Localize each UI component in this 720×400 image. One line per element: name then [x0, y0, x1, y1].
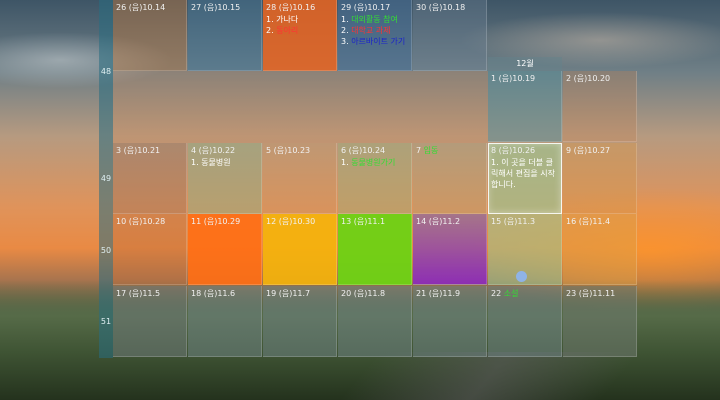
day-cell[interactable]: 22 소설	[488, 286, 562, 357]
event-item[interactable]: 2. 대학교 과제	[341, 25, 408, 36]
event-list: 1. 동물병원	[191, 157, 258, 168]
day-date-label: 17 (음)11.5	[116, 289, 161, 298]
day-date-label: 29 (음)10.17	[341, 3, 391, 12]
event-item[interactable]: 1. 동물병원가기	[341, 157, 408, 168]
month-label: 12월	[488, 57, 562, 71]
week-number-50: 50	[100, 246, 112, 255]
day-date-label: 11 (음)10.29	[191, 217, 241, 226]
background-road	[339, 352, 641, 400]
day-date-label: 3 (음)10.21	[116, 146, 161, 155]
day-date-label: 7 입동	[416, 146, 439, 155]
day-date-label: 23 (음)11.11	[566, 289, 616, 298]
day-cell[interactable]: 12 (음)10.30	[263, 214, 337, 285]
day-cell[interactable]: 2 (음)10.20	[563, 71, 637, 142]
day-cell[interactable]: 27 (음)10.15	[188, 0, 262, 71]
day-date-label: 30 (음)10.18	[416, 3, 466, 12]
day-date-label: 5 (음)10.23	[266, 146, 311, 155]
day-cell[interactable]: 1 (음)10.19	[488, 71, 562, 142]
day-date-label: 18 (음)11.6	[191, 289, 236, 298]
day-cell[interactable]: 8 (음)10.26 1. 이 곳을 더블 클릭해서 편집을 시작합니다.	[488, 143, 562, 214]
day-date-label: 8 (음)10.26	[491, 146, 536, 155]
day-cell[interactable]: 11 (음)10.29	[188, 214, 262, 285]
day-cell[interactable]: 26 (음)10.14	[113, 0, 187, 71]
day-cell[interactable]: 7 입동	[413, 143, 487, 214]
day-date-label: 12 (음)10.30	[266, 217, 316, 226]
week-number-48: 48	[100, 67, 112, 76]
day-cell[interactable]: 28 (음)10.16 1. 가나다 2. 동아리	[263, 0, 337, 71]
event-item[interactable]: 1. 이 곳을 더블 클릭해서 편집을 시작합니다.	[491, 157, 558, 190]
day-cell[interactable]: 4 (음)10.22 1. 동물병원	[188, 143, 262, 214]
day-cell[interactable]: 18 (음)11.6	[188, 286, 262, 357]
day-date-label: 19 (음)11.7	[266, 289, 311, 298]
event-item[interactable]: 1. 가나다	[266, 14, 333, 25]
day-date-label: 21 (음)11.9	[416, 289, 461, 298]
day-date-label: 22 소설	[491, 289, 519, 298]
week-48-band	[113, 71, 488, 143]
day-cell[interactable]: 14 (음)11.2	[413, 214, 487, 285]
cursor-indicator	[516, 271, 527, 282]
day-cell[interactable]: 29 (음)10.17 1. 대외활동 참여 2. 대학교 과제 3. 아르바이트 가…	[338, 0, 412, 71]
day-date-label: 28 (음)10.16	[266, 3, 316, 12]
event-list: 1. 동물병원가기	[341, 157, 408, 168]
day-cell[interactable]: 23 (음)11.11	[563, 286, 637, 357]
day-date-label: 26 (음)10.14	[116, 3, 166, 12]
day-date-label: 10 (음)10.28	[116, 217, 166, 226]
event-list: 1. 이 곳을 더블 클릭해서 편집을 시작합니다.	[491, 157, 558, 190]
day-cell[interactable]: 17 (음)11.5	[113, 286, 187, 357]
day-cell[interactable]: 30 (음)10.18	[413, 0, 487, 71]
day-cell[interactable]: 5 (음)10.23	[263, 143, 337, 214]
day-cell[interactable]: 16 (음)11.4	[563, 214, 637, 285]
day-date-label: 16 (음)11.4	[566, 217, 611, 226]
day-cell[interactable]: 13 (음)11.1	[338, 214, 412, 285]
day-cell[interactable]: 10 (음)10.28	[113, 214, 187, 285]
event-item[interactable]: 1. 동물병원	[191, 157, 258, 168]
event-item[interactable]: 3. 아르바이트 가기	[341, 36, 408, 47]
day-date-label: 9 (음)10.27	[566, 146, 611, 155]
day-date-label: 1 (음)10.19	[491, 74, 536, 83]
day-cell[interactable]: 21 (음)11.9	[413, 286, 487, 357]
day-date-label: 27 (음)10.15	[191, 3, 241, 12]
day-cell[interactable]: 3 (음)10.21	[113, 143, 187, 214]
day-date-label: 4 (음)10.22	[191, 146, 236, 155]
week-number-49: 49	[100, 174, 112, 183]
day-date-label: 2 (음)10.20	[566, 74, 611, 83]
day-cell[interactable]: 20 (음)11.8	[338, 286, 412, 357]
event-list: 1. 가나다 2. 동아리	[266, 14, 333, 36]
week-number-51: 51	[100, 317, 112, 326]
day-date-label: 14 (음)11.2	[416, 217, 461, 226]
day-date-label: 20 (음)11.8	[341, 289, 386, 298]
event-item[interactable]: 2. 동아리	[266, 25, 333, 36]
day-date-label: 15 (음)11.3	[491, 217, 536, 226]
day-date-label: 6 (음)10.24	[341, 146, 386, 155]
event-list: 1. 대외활동 참여 2. 대학교 과제 3. 아르바이트 가기	[341, 14, 408, 47]
event-item[interactable]: 1. 대외활동 참여	[341, 14, 408, 25]
day-date-label: 13 (음)11.1	[341, 217, 386, 226]
day-cell[interactable]: 6 (음)10.24 1. 동물병원가기	[338, 143, 412, 214]
day-cell[interactable]: 19 (음)11.7	[263, 286, 337, 357]
day-cell[interactable]: 9 (음)10.27	[563, 143, 637, 214]
